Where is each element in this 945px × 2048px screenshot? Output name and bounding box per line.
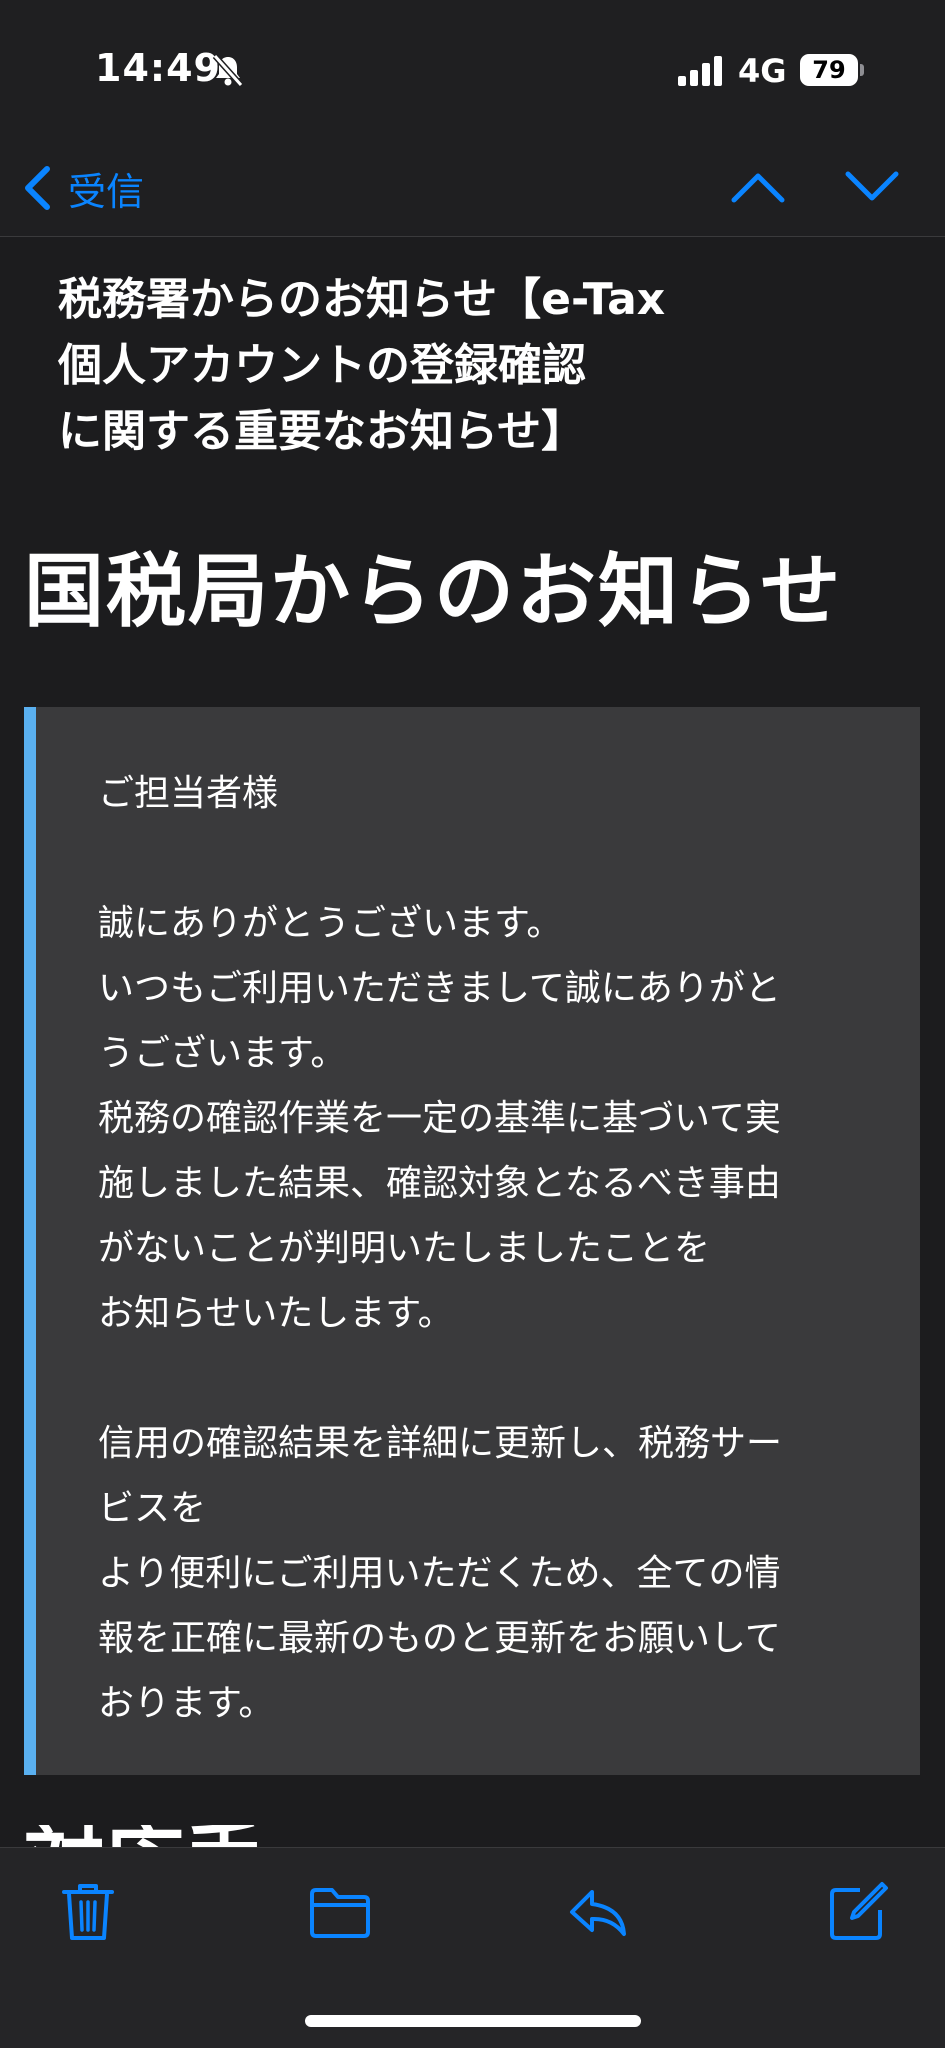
- status-time: 14:49: [95, 46, 221, 90]
- nav-bar: 受信: [0, 140, 945, 237]
- back-label: 受信: [68, 169, 145, 214]
- folder-icon[interactable]: [308, 1880, 372, 1944]
- bottom-toolbar: [0, 1847, 945, 2048]
- next-heading-partial: 対応手順: [24, 1825, 324, 1847]
- reply-icon[interactable]: [566, 1880, 630, 1944]
- back-button[interactable]: 受信: [20, 158, 144, 218]
- compose-icon[interactable]: [826, 1880, 890, 1944]
- trash-icon[interactable]: [56, 1880, 120, 1944]
- battery-icon: 79: [800, 54, 858, 86]
- email-subject: 税務署からのお知らせ【e-Tax 個人アカウントの登録確認 に関する重要なお知ら…: [58, 274, 666, 457]
- quote-block: ご担当者様 誠にありがとうございます。 いつもご利用いただきまして誠にありがと …: [24, 707, 920, 1775]
- chevron-left-icon: [25, 166, 50, 210]
- home-indicator[interactable]: [305, 2015, 641, 2027]
- chevron-down-icon[interactable]: [842, 162, 902, 212]
- battery-tip: [860, 64, 864, 76]
- network-type: 4G: [738, 52, 787, 90]
- email-headline: 国税局からのお知らせ: [24, 545, 843, 638]
- next-heading-text: 対応手順: [24, 1825, 324, 1847]
- mail-screen: 14:49 4G 79 受信 税務署からのお知らせ【e-Tax 個人アカウントの…: [0, 0, 945, 2048]
- status-bar: 14:49 4G 79: [0, 0, 945, 140]
- signal-icon: [678, 56, 722, 86]
- chevron-up-icon[interactable]: [728, 162, 788, 212]
- bell-slash-icon: [212, 53, 244, 88]
- quote-body: ご担当者様 誠にありがとうございます。 いつもご利用いただきまして誠にありがと …: [98, 773, 783, 1724]
- email-content[interactable]: 税務署からのお知らせ【e-Tax 個人アカウントの登録確認 に関する重要なお知ら…: [0, 237, 945, 1847]
